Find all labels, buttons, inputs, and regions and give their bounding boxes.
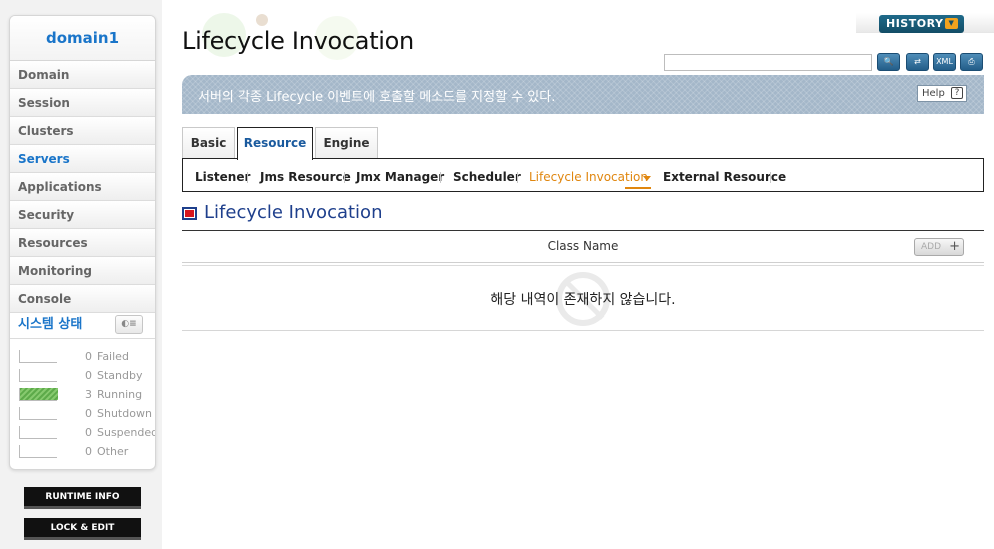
sidebar-item-resources[interactable]: Resources bbox=[10, 229, 155, 257]
plus-icon: + bbox=[949, 239, 960, 254]
domain-name[interactable]: domain1 bbox=[10, 16, 155, 61]
print-icon[interactable]: ⎙ bbox=[960, 53, 983, 71]
add-button[interactable]: ADD + bbox=[914, 238, 964, 256]
tab-basic[interactable]: Basic bbox=[182, 127, 235, 159]
status-count: 0 bbox=[85, 407, 92, 420]
status-row-shutdown: 0 Shutdown bbox=[19, 405, 155, 424]
status-bar bbox=[19, 388, 58, 401]
tab-engine[interactable]: Engine bbox=[315, 127, 378, 159]
sidebar-item-clusters[interactable]: Clusters bbox=[10, 117, 155, 145]
subnav-separator bbox=[344, 172, 345, 183]
status-row-other: 0 Other bbox=[19, 443, 155, 462]
domain-panel: domain1 Domain Session Clusters Servers … bbox=[9, 15, 156, 470]
chevron-down-icon: ▼ bbox=[945, 18, 958, 29]
system-status-title: 시스템 상태 bbox=[18, 317, 83, 332]
section-title: Lifecycle Invocation bbox=[204, 202, 383, 223]
sub-navigation: Listener Jms Resource Jmx Manager Schedu… bbox=[182, 158, 984, 192]
subnav-jmx-manager[interactable]: Jmx Manager bbox=[356, 170, 444, 184]
table-header: Class Name ADD + bbox=[182, 230, 984, 266]
help-icon: ? bbox=[951, 87, 963, 99]
subnav-jms-resource[interactable]: Jms Resource bbox=[260, 170, 351, 184]
search-input[interactable] bbox=[664, 54, 872, 71]
sidebar-item-security[interactable]: Security bbox=[10, 201, 155, 229]
sidebar-item-session[interactable]: Session bbox=[10, 89, 155, 117]
status-count: 0 bbox=[85, 445, 92, 458]
xml-export-icon[interactable]: XML bbox=[933, 53, 956, 71]
tab-resource[interactable]: Resource bbox=[237, 127, 313, 160]
sidebar-item-console[interactable]: Console bbox=[10, 285, 155, 313]
status-bar bbox=[19, 445, 57, 458]
main-content: Lifecycle Invocation HISTORY ▼ 🔍 ⇄ XML ⎙… bbox=[162, 0, 994, 549]
system-status-header: 시스템 상태 ◐≡ bbox=[10, 313, 155, 339]
system-status-list: 0 Failed 0 Standby 3 Running 0 Shutdown … bbox=[10, 339, 155, 462]
status-bar bbox=[19, 350, 57, 363]
status-bar bbox=[19, 407, 57, 420]
status-label: Standby bbox=[97, 369, 143, 382]
help-button[interactable]: Help ? bbox=[917, 85, 967, 102]
subnav-separator bbox=[247, 172, 248, 183]
history-label: HISTORY bbox=[886, 17, 944, 30]
sidebar-item-domain[interactable]: Domain bbox=[10, 61, 155, 89]
empty-table-row: 해당 내역이 존재하지 않습니다. bbox=[182, 268, 984, 331]
subnav-listener[interactable]: Listener bbox=[195, 170, 250, 184]
empty-message: 해당 내역이 존재하지 않습니다. bbox=[490, 292, 676, 308]
search-icon[interactable]: 🔍 bbox=[877, 53, 900, 71]
status-row-standby: 0 Standby bbox=[19, 367, 155, 386]
status-count: 3 bbox=[85, 388, 92, 401]
sidebar-item-applications[interactable]: Applications bbox=[10, 173, 155, 201]
status-row-running: 3 Running bbox=[19, 386, 155, 405]
subnav-separator bbox=[440, 172, 441, 183]
status-count: 0 bbox=[85, 426, 92, 439]
status-label: Other bbox=[97, 445, 129, 458]
status-bar-fill bbox=[20, 388, 58, 400]
help-label: Help bbox=[922, 88, 945, 99]
subnav-external-resource[interactable]: External Resource bbox=[663, 170, 786, 184]
subnav-scheduler[interactable]: Scheduler bbox=[453, 170, 521, 184]
add-label: ADD bbox=[921, 242, 942, 252]
subnav-active-indicator bbox=[625, 187, 651, 189]
sidebar-item-servers[interactable]: Servers bbox=[10, 145, 155, 173]
status-count: 0 bbox=[85, 369, 92, 382]
column-header-class-name: Class Name bbox=[547, 239, 619, 253]
status-toggle-icon[interactable]: ◐≡ bbox=[115, 315, 143, 334]
caret-down-icon bbox=[643, 176, 651, 181]
page-title: Lifecycle Invocation bbox=[182, 27, 414, 55]
lock-edit-button[interactable]: LOCK & EDIT bbox=[24, 518, 141, 540]
page-description: 서버의 각종 Lifecycle 이벤트에 호출할 메소드를 지정할 수 있다. bbox=[198, 90, 556, 105]
status-label: Failed bbox=[97, 350, 129, 363]
status-bar bbox=[19, 369, 57, 382]
status-row-suspended: 0 Suspended bbox=[19, 424, 155, 443]
status-label: Suspended bbox=[97, 426, 156, 439]
refresh-icon[interactable]: ⇄ bbox=[906, 53, 929, 71]
section-flag-icon bbox=[182, 207, 197, 220]
subnav-separator bbox=[517, 172, 518, 183]
status-row-failed: 0 Failed bbox=[19, 348, 155, 367]
status-label: Running bbox=[97, 388, 143, 401]
sidebar: domain1 Domain Session Clusters Servers … bbox=[0, 0, 162, 549]
runtime-info-button[interactable]: RUNTIME INFO bbox=[24, 487, 141, 509]
subnav-lifecycle-invocation[interactable]: Lifecycle Invocation bbox=[529, 170, 648, 184]
subnav-separator bbox=[770, 172, 771, 183]
status-label: Shutdown bbox=[97, 407, 152, 420]
status-bar bbox=[19, 426, 57, 439]
status-count: 0 bbox=[85, 350, 92, 363]
history-button[interactable]: HISTORY ▼ bbox=[879, 15, 964, 33]
description-banner: 서버의 각종 Lifecycle 이벤트에 호출할 메소드를 지정할 수 있다.… bbox=[182, 75, 984, 114]
sidebar-item-monitoring[interactable]: Monitoring bbox=[10, 257, 155, 285]
